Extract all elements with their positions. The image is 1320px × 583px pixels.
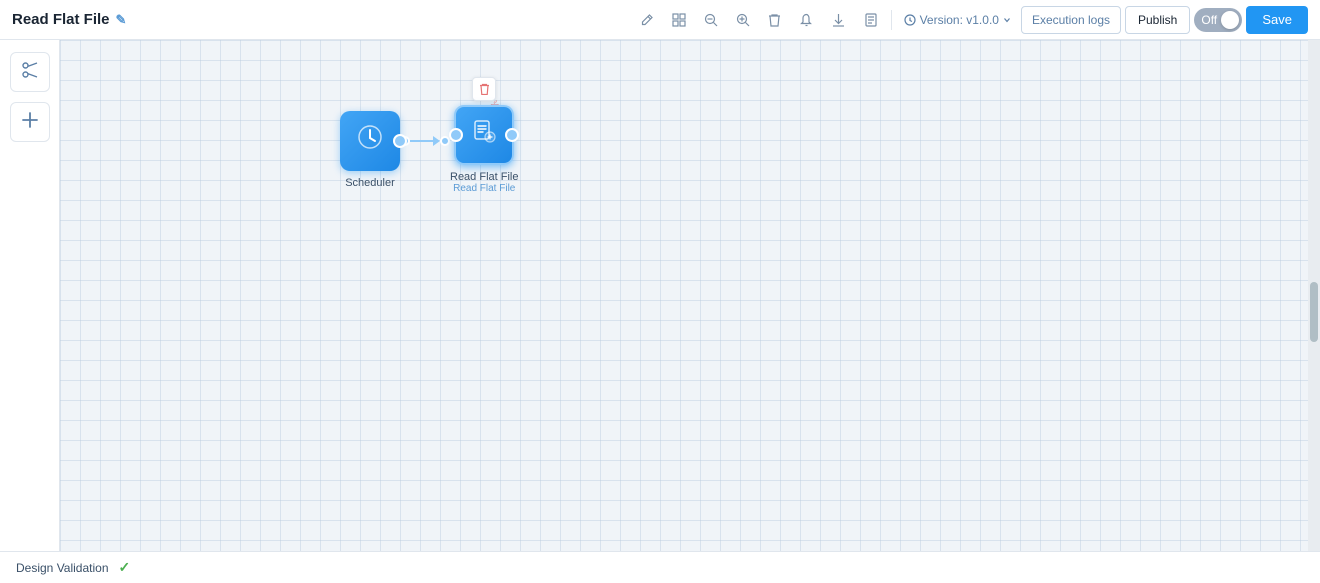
- scheduler-right-connector: [393, 134, 407, 148]
- add-button[interactable]: [10, 102, 50, 142]
- download-button[interactable]: [825, 6, 853, 34]
- doc-button[interactable]: [857, 6, 885, 34]
- toggle-knob: [1221, 11, 1239, 29]
- title-text: Read Flat File: [12, 11, 110, 28]
- read-flat-label: Read Flat File: [450, 171, 518, 183]
- toggle-container: Off: [1194, 8, 1242, 32]
- read-flat-file-node[interactable]: 🖱 Read Flat File Read Flat File: [450, 105, 518, 194]
- read-flat-left-connector: [449, 128, 463, 142]
- toolbar: Version: v1.0.0 Execution logs Publish O…: [633, 6, 1308, 34]
- toolbar-separator: [891, 10, 892, 30]
- scheduler-icon: [355, 122, 385, 159]
- publish-button[interactable]: Publish: [1125, 6, 1190, 34]
- zoom-out-button[interactable]: [697, 6, 725, 34]
- validation-check-icon: ✓: [119, 559, 131, 576]
- bell-button[interactable]: [793, 6, 821, 34]
- zoom-in-button[interactable]: [729, 6, 757, 34]
- arrow-line-segment: [410, 140, 433, 142]
- toggle-label: Off: [1201, 13, 1217, 27]
- scrollbar-thumb: [1310, 282, 1318, 342]
- read-flat-file-node-box[interactable]: [454, 105, 514, 165]
- scheduler-node[interactable]: Scheduler: [340, 111, 400, 189]
- page-title: Read Flat File ✎: [12, 11, 126, 28]
- read-flat-sublabel: Read Flat File: [453, 183, 515, 194]
- scissors-icon: [20, 60, 40, 85]
- design-validation-label: Design Validation: [16, 561, 109, 575]
- flow-container: Scheduler 🖱: [340, 105, 518, 194]
- save-button[interactable]: Save: [1246, 6, 1308, 34]
- header: Read Flat File ✎ Version: v1: [0, 0, 1320, 40]
- arrow-connector: [400, 136, 450, 146]
- read-flat-right-connector: [505, 128, 519, 142]
- execution-logs-button[interactable]: Execution logs: [1021, 6, 1121, 34]
- active-toggle[interactable]: Off: [1194, 8, 1242, 32]
- pen-tool-button[interactable]: [633, 6, 661, 34]
- arrow-dot-right: [440, 136, 450, 146]
- bottom-bar: Design Validation ✓: [0, 551, 1320, 583]
- grid-tool-button[interactable]: [665, 6, 693, 34]
- canvas[interactable]: Scheduler 🖱: [60, 40, 1320, 551]
- delete-toolbar-button[interactable]: [761, 6, 789, 34]
- scheduler-label: Scheduler: [345, 177, 395, 189]
- read-flat-icon: [469, 117, 499, 154]
- delete-node-button[interactable]: 🖱: [472, 77, 496, 101]
- version-label: Version: v1.0.0: [920, 13, 999, 27]
- scheduler-node-box[interactable]: [340, 111, 400, 171]
- plus-icon: [21, 111, 39, 134]
- main-area: Scheduler 🖱: [0, 40, 1320, 551]
- version-selector[interactable]: Version: v1.0.0: [898, 10, 1017, 30]
- left-sidebar: [0, 40, 60, 551]
- scissors-button[interactable]: [10, 52, 50, 92]
- edit-title-icon[interactable]: ✎: [116, 12, 127, 28]
- right-scrollbar[interactable]: [1308, 40, 1320, 551]
- arrow-head: [433, 136, 440, 146]
